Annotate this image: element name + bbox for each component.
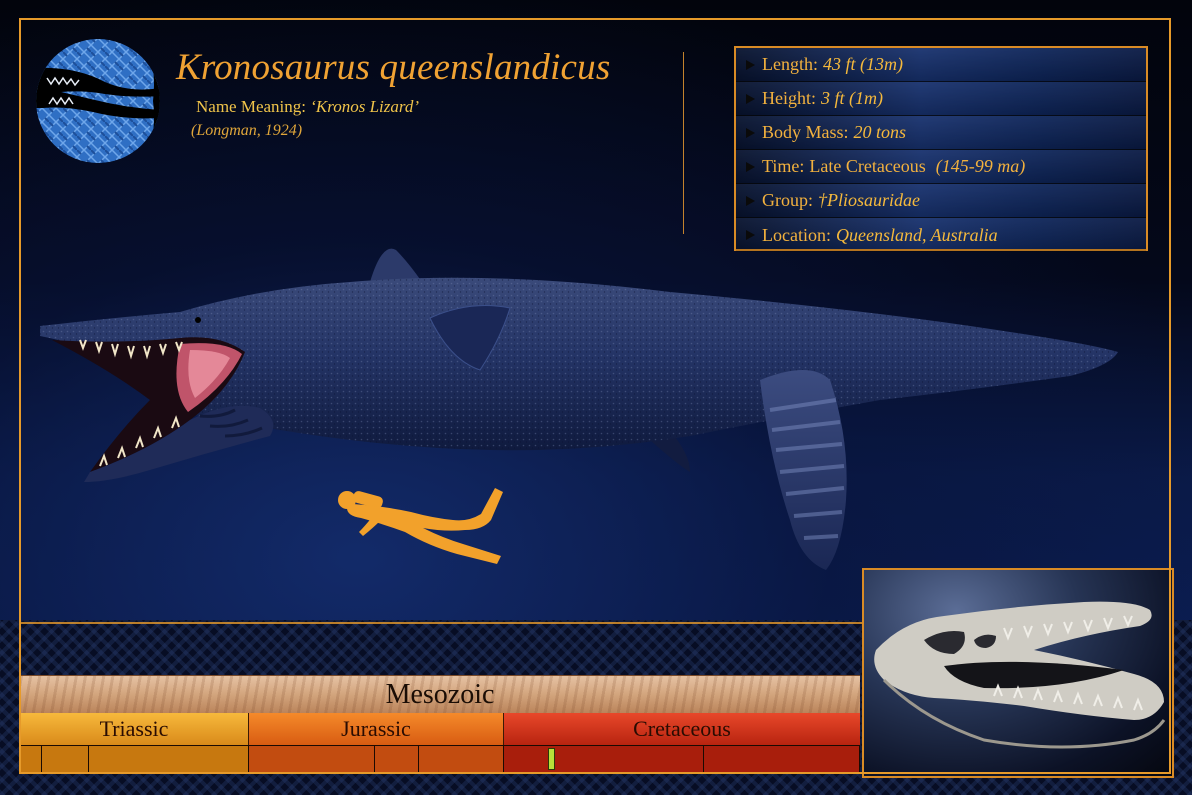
card-frame bbox=[19, 18, 1171, 774]
species-card: Kronosaurus queenslandicus Name Meaning:… bbox=[0, 0, 1192, 795]
